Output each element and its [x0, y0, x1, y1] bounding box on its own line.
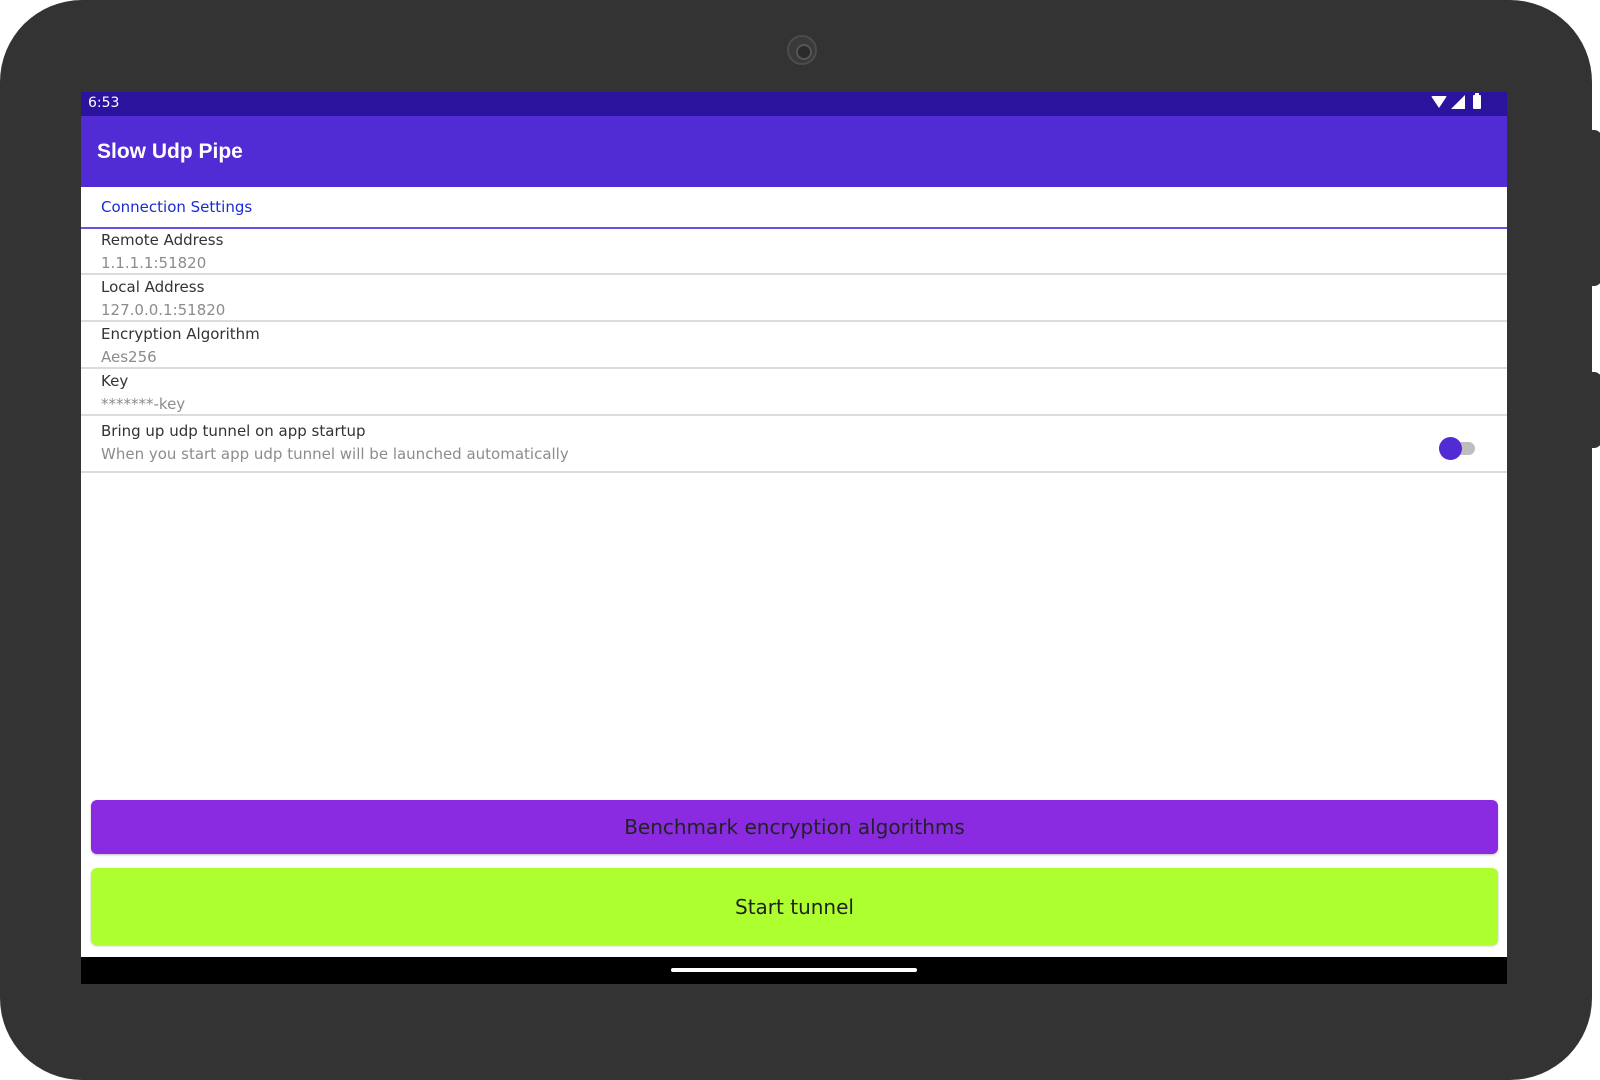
setting-title: Key	[101, 372, 129, 390]
volume-button	[1588, 372, 1600, 448]
setting-value: Aes256	[101, 348, 157, 366]
setting-value: 127.0.0.1:51820	[101, 301, 226, 319]
section-header: Connection Settings	[81, 187, 1507, 229]
setting-remote-address[interactable]: Remote Address 1.1.1.1:51820	[81, 229, 1507, 275]
status-icons	[1431, 93, 1481, 109]
benchmark-button[interactable]: Benchmark encryption algorithms	[91, 800, 1498, 854]
tablet-frame: 6:53 Slow Udp Pipe Connection Settings R…	[0, 0, 1592, 1080]
power-button	[1588, 130, 1600, 286]
setting-key[interactable]: Key *******-key	[81, 370, 1507, 416]
battery-icon	[1473, 93, 1481, 109]
app-bar: Slow Udp Pipe	[81, 116, 1507, 187]
wifi-icon	[1431, 96, 1447, 108]
app-title: Slow Udp Pipe	[97, 140, 243, 163]
toggle-thumb	[1439, 437, 1462, 460]
setting-title: Encryption Algorithm	[101, 325, 260, 343]
setting-value: 1.1.1.1:51820	[101, 254, 207, 272]
start-tunnel-button[interactable]: Start tunnel	[91, 868, 1498, 945]
setting-local-address[interactable]: Local Address 127.0.0.1:51820	[81, 276, 1507, 322]
camera-icon	[787, 35, 817, 65]
device-screen: 6:53 Slow Udp Pipe Connection Settings R…	[81, 92, 1507, 984]
section-title: Connection Settings	[101, 198, 253, 216]
setting-title: Bring up udp tunnel on app startup	[101, 422, 366, 440]
signal-icon	[1451, 95, 1465, 109]
startup-toggle[interactable]	[1439, 437, 1475, 460]
setting-title: Remote Address	[101, 231, 224, 249]
home-handle[interactable]	[671, 968, 917, 972]
setting-encryption-algorithm[interactable]: Encryption Algorithm Aes256	[81, 323, 1507, 369]
status-bar: 6:53	[81, 92, 1507, 116]
navigation-bar	[81, 957, 1507, 984]
setting-title: Local Address	[101, 278, 205, 296]
setting-startup-tunnel[interactable]: Bring up udp tunnel on app startup When …	[81, 417, 1507, 473]
setting-value: When you start app udp tunnel will be la…	[101, 445, 569, 463]
setting-value: *******-key	[101, 395, 186, 413]
status-time: 6:53	[88, 95, 120, 111]
